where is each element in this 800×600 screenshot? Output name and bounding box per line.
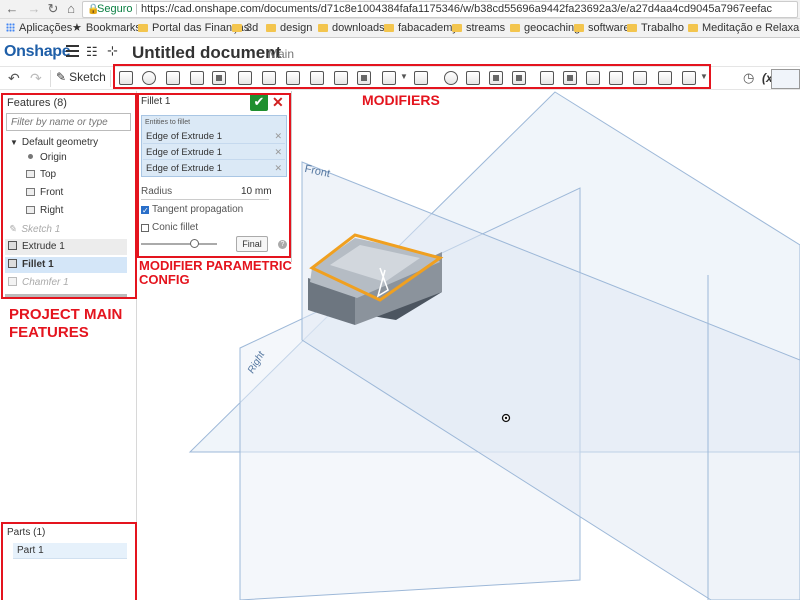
apps-grid-icon [6,23,15,32]
onshape-logo[interactable]: Onshape [4,43,71,61]
selected-fillet-edges[interactable] [309,233,444,302]
annotation-box-parts [1,522,137,600]
feature-list-toggle-icon[interactable]: ☷ [86,44,98,60]
annotation-box-features [1,93,137,299]
toolbar-divider [50,70,51,87]
forward-arrow-icon[interactable]: → [27,2,41,16]
folder-icon [688,24,698,32]
workspace-name[interactable]: Main [268,47,294,61]
bookmark-streams[interactable]: streams [452,22,505,35]
annotation-box-fillet [137,93,291,258]
bookmark-downloads[interactable]: downloads [318,22,385,35]
bookmark-software[interactable]: software [574,22,630,35]
origin-marker[interactable] [501,413,511,423]
bookmarks-bar: Aplicações ★ Bookmarks Portal das Finança… [0,19,800,38]
folder-icon [318,24,328,32]
plane-label-right[interactable]: Right [246,350,267,376]
bookmark-design[interactable]: design [266,22,312,35]
address-bar[interactable]: 🔒 Seguro | https://cad.onshape.com/docum… [82,1,798,18]
bookmark-meditacao[interactable]: Meditação e Relaxam [688,22,800,35]
annotation-modifier-config: MODIFIER PARAMETRIC CONFIG [139,258,292,287]
view-cube[interactable] [771,69,800,89]
hamburger-menu-icon[interactable] [66,45,79,57]
annotation-project-features: PROJECT MAIN FEATURES [9,306,123,341]
star-icon: ★ [72,22,82,34]
part-body[interactable] [308,238,442,325]
app-header: Onshape ☷ ⊹ Untitled document Main [0,38,800,67]
folder-icon [266,24,276,32]
bookmark-fabacademy[interactable]: fabacademy [384,22,458,35]
front-plane[interactable] [301,161,800,600]
folder-icon [574,24,584,32]
folder-icon [232,24,242,32]
annotation-modifiers: MODIFIERS [362,92,440,108]
plane-label-front[interactable]: Front [304,163,332,180]
secure-label: Seguro [97,3,133,15]
fillet-manipulator[interactable] [376,267,389,298]
pencil-icon: ✎ [56,70,67,84]
reload-icon[interactable]: ↻ [46,2,60,16]
document-title[interactable]: Untitled document [132,43,281,63]
measure-icon[interactable]: ◷ [743,70,754,86]
bookmark-trabalho[interactable]: Trabalho [627,22,684,35]
url-separator: | [135,3,138,15]
url-text[interactable]: https://cad.onshape.com/documents/d71c8e… [141,2,772,17]
folder-icon [384,24,394,32]
bookmark-3d[interactable]: 3d [232,22,258,35]
folder-icon [627,24,637,32]
bookmark-bookmarks[interactable]: ★ Bookmarks [72,22,141,35]
redo-icon[interactable]: ↷ [30,70,42,87]
back-arrow-icon[interactable]: ← [5,2,19,16]
home-icon[interactable]: ⌂ [64,2,78,16]
undo-icon[interactable]: ↶ [8,70,20,87]
bookmark-geocaching[interactable]: geocaching [510,22,580,35]
folder-icon [138,24,148,32]
insert-icon[interactable]: ⊹ [107,43,118,59]
folder-icon [452,24,462,32]
bookmark-apps[interactable]: Aplicações [6,22,72,35]
browser-address-row: ← → ↻ ⌂ 🔒 Seguro | https://cad.onshape.c… [0,0,800,19]
folder-icon [510,24,520,32]
sketch-button[interactable]: ✎ Sketch [56,70,106,84]
annotation-box-modifiers [113,64,711,89]
toolbar-divider [110,70,111,87]
